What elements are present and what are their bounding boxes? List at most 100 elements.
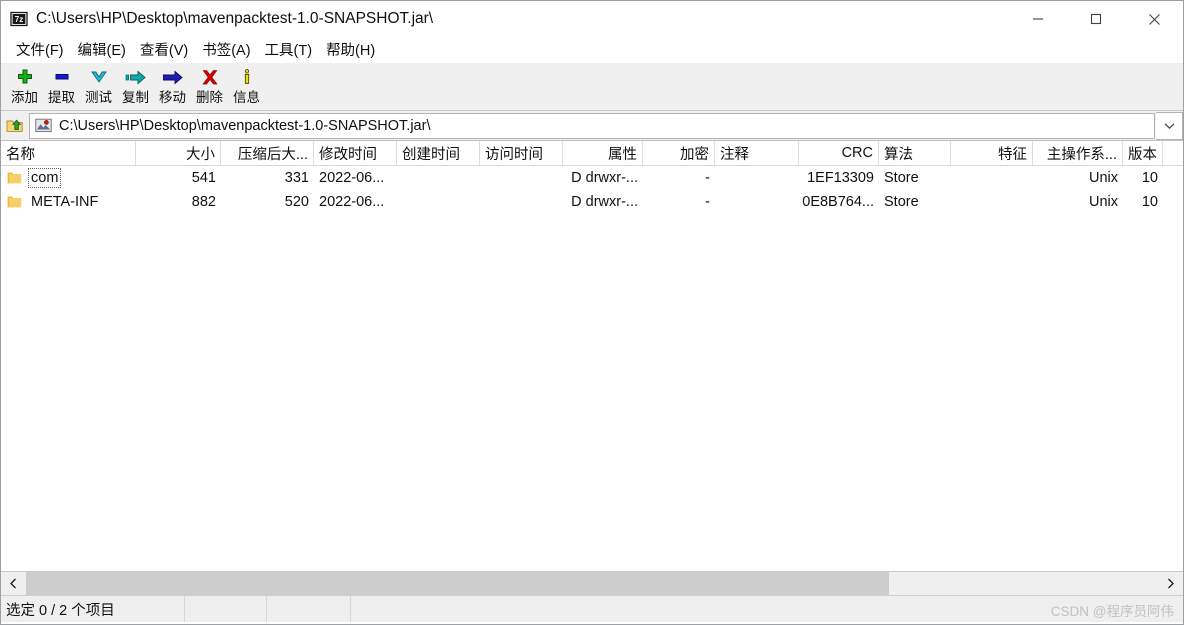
cell-name: com [1, 166, 136, 190]
column-header-label: 算法 [884, 146, 913, 163]
cell-accessed [480, 190, 563, 214]
column-header-feature[interactable]: 特征 [951, 141, 1033, 165]
svg-text:7z: 7z [15, 15, 23, 24]
column-header-label: 主操作系... [1046, 146, 1117, 163]
menu-item-bookmarks[interactable]: 书签(A) [195, 37, 257, 63]
cell-size: 541 [136, 166, 221, 190]
cell-packed: 520 [221, 190, 314, 214]
column-header-label: 创建时间 [402, 146, 460, 163]
column-header-encrypted[interactable]: 加密 [643, 141, 715, 165]
scroll-thumb[interactable] [26, 572, 889, 595]
cell-comment [715, 190, 799, 214]
cell-created [397, 190, 480, 214]
cell-text: 520 [284, 194, 309, 210]
file-list[interactable]: com 541 331 2022-06... D drwxr-... - 1EF13309 S… [1, 166, 1183, 571]
column-header-label: 加密 [680, 146, 709, 163]
horizontal-scrollbar[interactable] [1, 571, 1183, 595]
menu-item-edit[interactable]: 编辑(E) [71, 37, 133, 63]
toolbar-button-delete[interactable]: 删除 [191, 63, 228, 110]
cell-text: 1EF13309 [807, 170, 874, 186]
address-bar: C:\Users\HP\Desktop\mavenpacktest-1.0-SN… [1, 111, 1183, 141]
column-header-label: 大小 [186, 146, 215, 163]
minimize-button[interactable] [1009, 1, 1067, 37]
status-selection: 选定 0 / 2 个项目 [1, 596, 185, 622]
chevron-right-icon [1168, 578, 1174, 589]
cell-text: Store [884, 170, 919, 186]
status-pane-2 [185, 596, 267, 622]
table-row[interactable]: com 541 331 2022-06... D drwxr-... - 1EF13309 S… [1, 166, 1183, 190]
column-header-comment[interactable]: 注释 [715, 141, 799, 165]
folder-icon [7, 196, 22, 208]
menu-item-tools[interactable]: 工具(T) [258, 37, 320, 63]
address-input[interactable]: C:\Users\HP\Desktop\mavenpacktest-1.0-SN… [29, 112, 1155, 139]
info-icon [235, 66, 259, 88]
column-header-label: CRC [841, 145, 873, 161]
cell-text: - [705, 170, 710, 186]
close-button[interactable] [1125, 1, 1183, 37]
cell-text: Unix [1088, 194, 1118, 210]
menu-item-file[interactable]: 文件(F) [9, 37, 71, 63]
cell-feature [951, 190, 1033, 214]
column-header-created[interactable]: 创建时间 [397, 141, 480, 165]
menu-bar: 文件(F) 编辑(E) 查看(V) 书签(A) 工具(T) 帮助(H) [1, 37, 1183, 63]
table-row[interactable]: META-INF 882 520 2022-06... D drwxr-... - 0E8B… [1, 190, 1183, 214]
window-title: C:\Users\HP\Desktop\mavenpacktest-1.0-SN… [36, 10, 434, 27]
plus-icon [13, 66, 37, 88]
toolbar-label-delete: 删除 [196, 90, 223, 105]
column-header-version[interactable]: 版本 [1123, 141, 1163, 165]
column-header-name[interactable]: 名称 [1, 141, 136, 165]
chevron-down-icon [87, 66, 111, 88]
cell-text: 2022-06... [319, 194, 385, 210]
cell-text: 541 [191, 170, 216, 186]
toolbar-button-move[interactable]: 移动 [154, 63, 191, 110]
status-pane-4 [351, 596, 1183, 622]
cell-text: 2022-06... [319, 170, 385, 186]
cell-text: 882 [191, 194, 216, 210]
toolbar-label-move: 移动 [159, 90, 186, 105]
column-header-crc[interactable]: CRC [799, 141, 879, 165]
cell-attributes: D drwxr-... [563, 190, 643, 214]
cell-packed: 331 [221, 166, 314, 190]
scroll-right-button[interactable] [1158, 572, 1183, 595]
toolbar-button-add[interactable]: 添加 [6, 63, 43, 110]
folder-up-button[interactable] [1, 111, 29, 140]
status-pane-3 [267, 596, 351, 622]
column-header-method[interactable]: 算法 [879, 141, 951, 165]
scroll-left-button[interactable] [1, 572, 26, 595]
jar-file-icon [35, 118, 52, 133]
folder-up-icon [6, 119, 23, 132]
toolbar: 添加 提取 测试 复制 移动 删除 信息 [1, 63, 1183, 111]
scroll-track[interactable] [26, 572, 1158, 595]
column-header-hostos[interactable]: 主操作系... [1033, 141, 1123, 165]
cell-created [397, 166, 480, 190]
cell-text: D drwxr-... [571, 194, 638, 210]
column-header-modified[interactable]: 修改时间 [314, 141, 397, 165]
file-name-label: com [27, 168, 62, 188]
maximize-button[interactable] [1067, 1, 1125, 37]
address-dropdown-button[interactable] [1156, 111, 1183, 140]
close-icon [1148, 13, 1160, 25]
column-header-label: 注释 [720, 146, 749, 163]
address-path-text: C:\Users\HP\Desktop\mavenpacktest-1.0-SN… [59, 117, 431, 134]
column-header-label: 修改时间 [319, 146, 377, 163]
cell-hostos: Unix [1033, 190, 1123, 214]
cell-hostos: Unix [1033, 166, 1123, 190]
column-header-attributes[interactable]: 属性 [563, 141, 643, 165]
toolbar-button-copy[interactable]: 复制 [117, 63, 154, 110]
column-header-size[interactable]: 大小 [136, 141, 221, 165]
column-header-accessed[interactable]: 访问时间 [480, 141, 563, 165]
cell-comment [715, 166, 799, 190]
cell-crc: 1EF13309 [799, 166, 879, 190]
cell-accessed [480, 166, 563, 190]
cell-version: 10 [1123, 190, 1163, 214]
menu-item-view[interactable]: 查看(V) [133, 37, 195, 63]
menu-item-help[interactable]: 帮助(H) [319, 37, 382, 63]
toolbar-button-extract[interactable]: 提取 [43, 63, 80, 110]
toolbar-button-info[interactable]: 信息 [228, 63, 265, 110]
toolbar-button-test[interactable]: 测试 [80, 63, 117, 110]
copy-arrow-icon [124, 66, 148, 88]
column-header-packed[interactable]: 压缩后大... [221, 141, 314, 165]
title-bar: 7z C:\Users\HP\Desktop\mavenpacktest-1.0… [1, 1, 1183, 37]
cell-text: - [705, 194, 710, 210]
cell-text: 0E8B764... [802, 194, 874, 210]
